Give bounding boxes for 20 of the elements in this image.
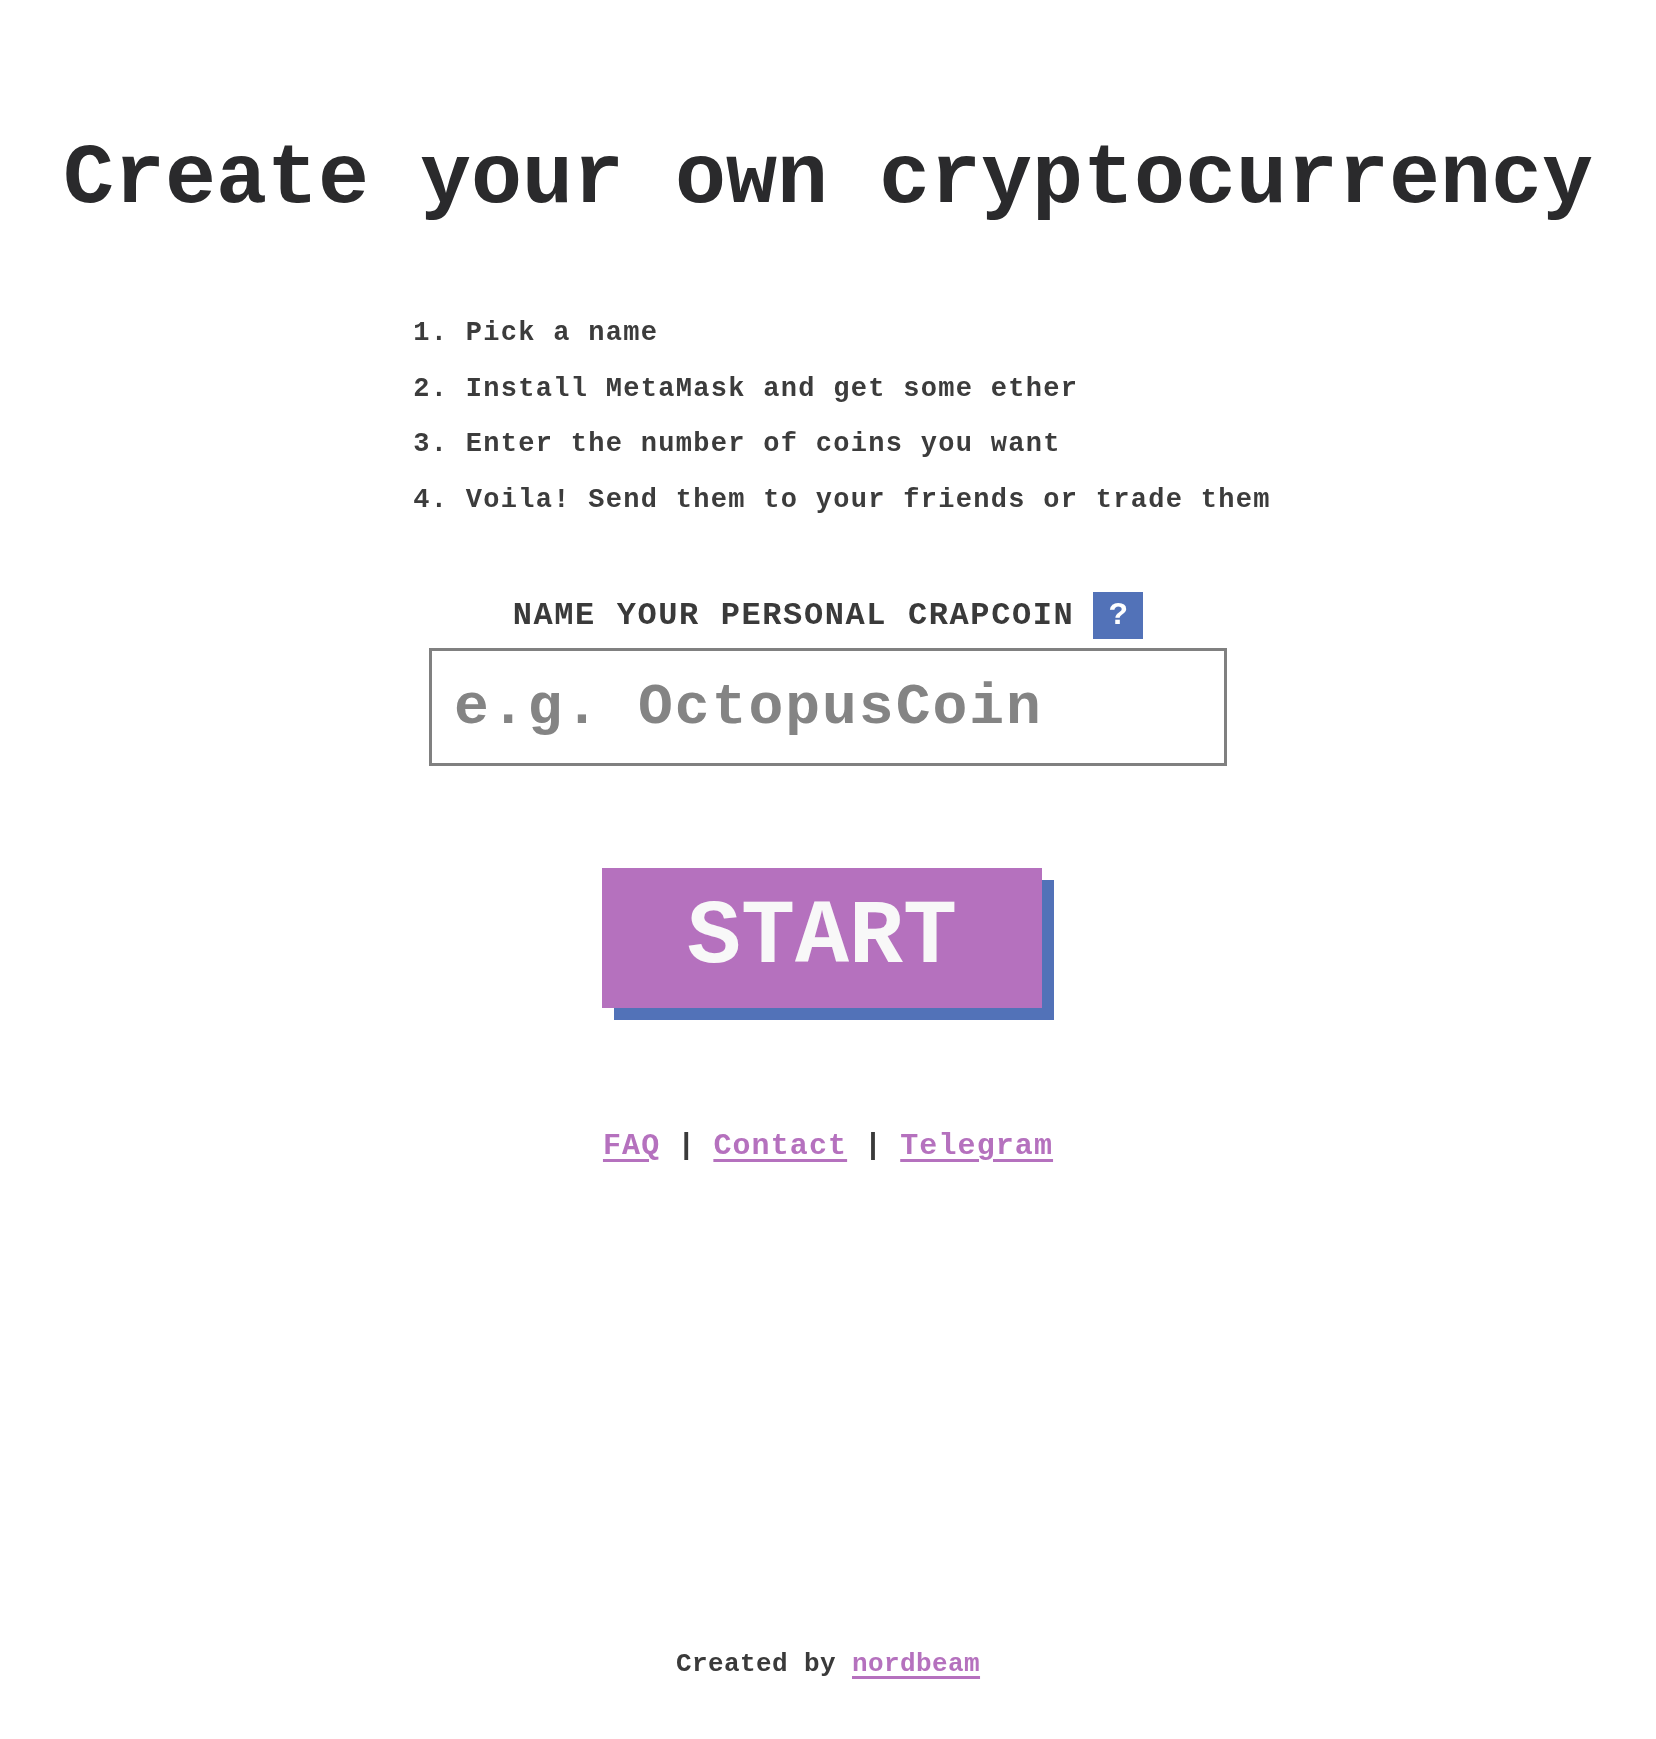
nav-link[interactable]: FAQ [602, 1126, 661, 1166]
page-title: Create your own cryptocurrency [62, 130, 1594, 230]
credit-link[interactable]: nordbeam [852, 1646, 981, 1682]
step-text: Enter the number of coins you want [465, 428, 1061, 461]
help-button[interactable]: ? [1093, 592, 1144, 639]
step-number: 4. [413, 483, 449, 517]
coin-name-input[interactable]: e.g. OctopusCoin [429, 648, 1227, 766]
link-separator: | [864, 1128, 884, 1165]
step-number: 2. [413, 372, 449, 406]
start-button[interactable]: START [602, 868, 1054, 1020]
step-text: Pick a name [465, 317, 659, 350]
step-number: 3. [413, 428, 449, 461]
step-text: Install MetaMask and get some ether [465, 372, 1079, 406]
link-separator: | [677, 1128, 697, 1165]
step-number: 1. [413, 317, 449, 350]
credit-text: Created by [675, 1648, 836, 1681]
nav-link[interactable]: Contact [713, 1126, 848, 1166]
field-label: NAME YOUR PERSONAL CRAPCOIN [512, 596, 1075, 636]
nav-link[interactable]: Telegram [900, 1126, 1054, 1166]
step-text: Voila! Send them to your friends or trade them [465, 483, 1271, 517]
